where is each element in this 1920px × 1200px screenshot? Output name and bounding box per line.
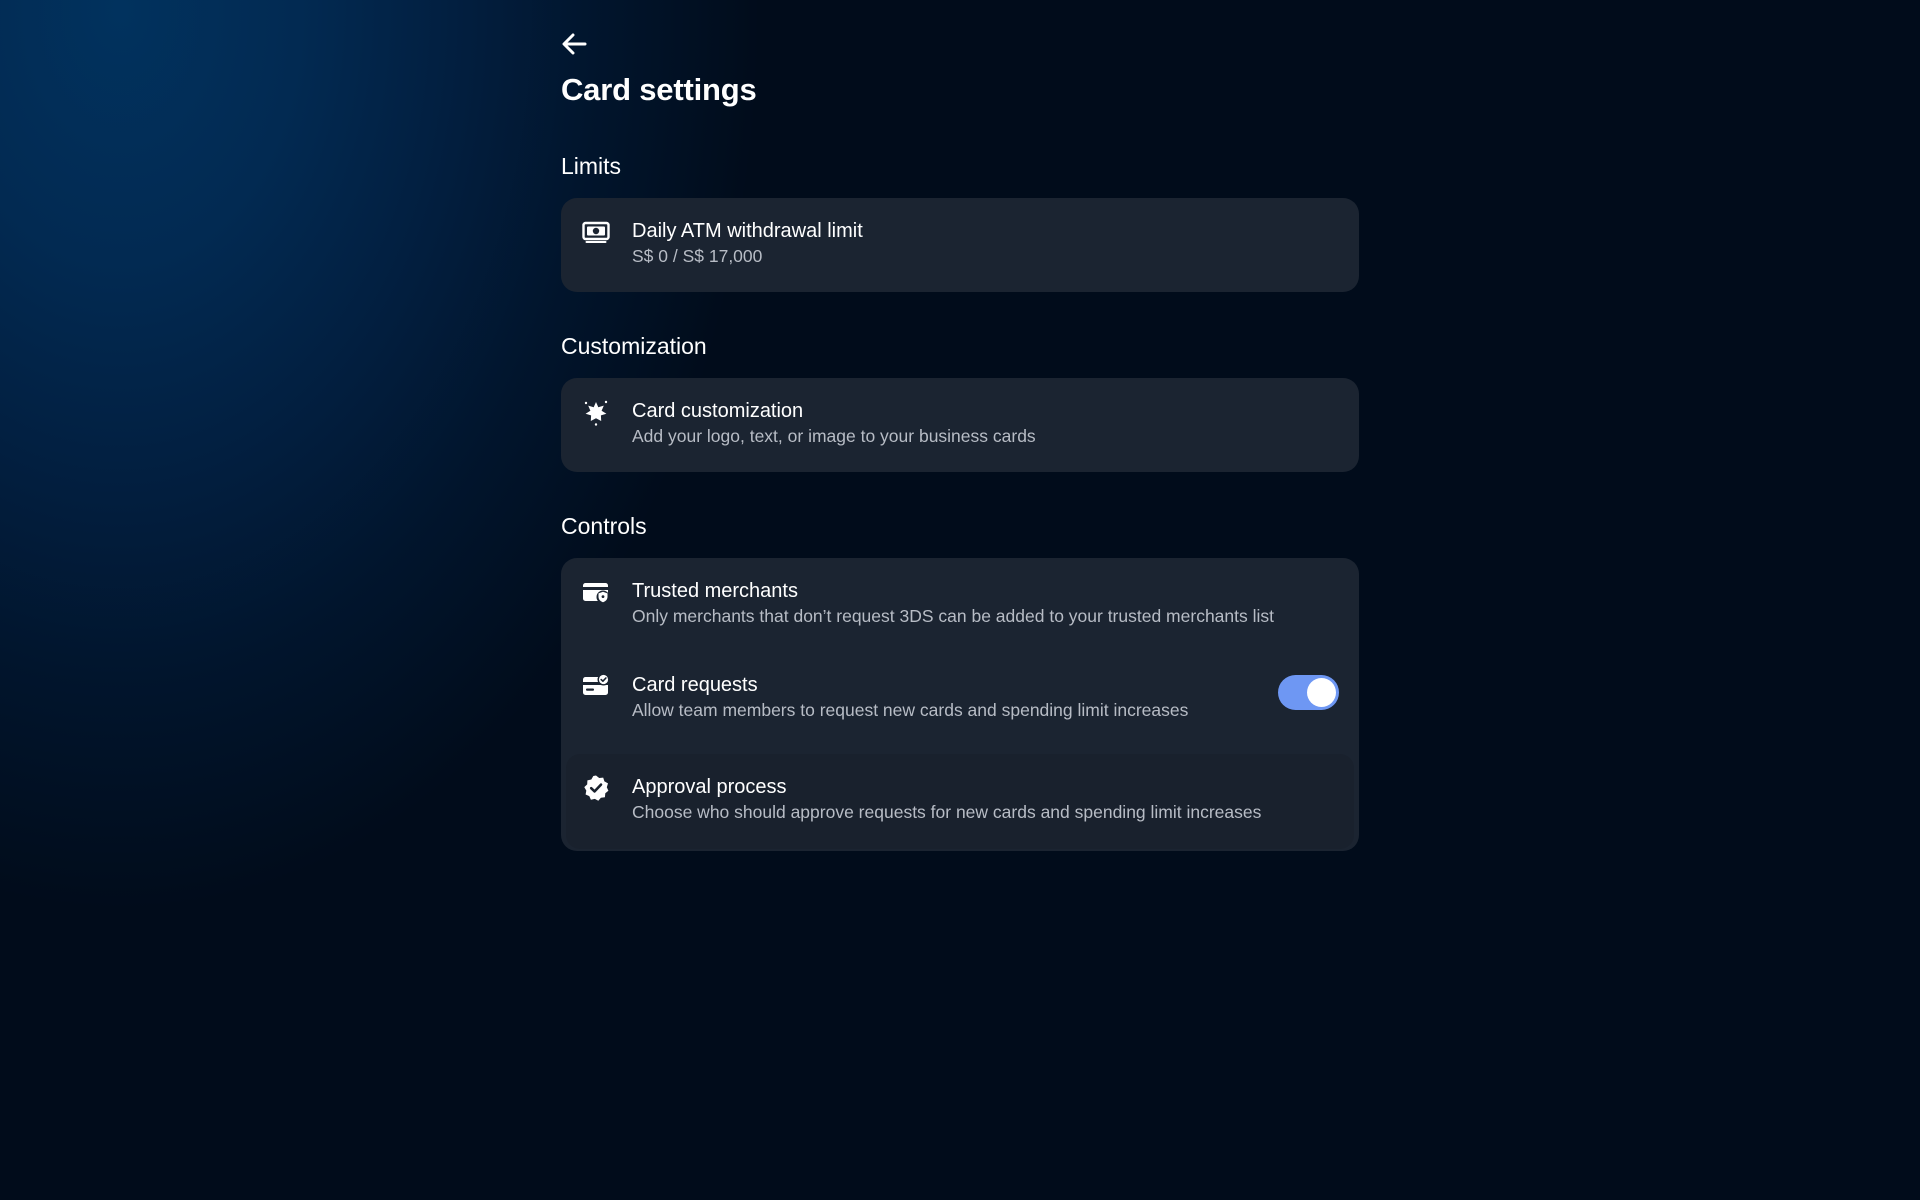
card-customization-row[interactable]: Card customization Add your logo, text, … (561, 378, 1359, 472)
row-description: Only merchants that don’t request 3DS ca… (632, 606, 1275, 626)
controls-card: Trusted merchants Only merchants that do… (561, 558, 1359, 851)
row-label: Approval process (632, 776, 787, 798)
banknote-icon (582, 218, 610, 246)
customization-card: Card customization Add your logo, text, … (561, 378, 1359, 472)
row-label: Daily ATM withdrawal limit (632, 220, 863, 242)
approval-process-row[interactable]: Approval process Choose who should appro… (566, 754, 1354, 849)
toggle-knob (1307, 678, 1336, 707)
section-title-limits: Limits (561, 153, 622, 179)
arrow-left-icon (562, 33, 587, 55)
limits-card: Daily ATM withdrawal limit S$ 0 / S$ 17,… (561, 198, 1359, 292)
verified-badge-icon (582, 774, 610, 802)
daily-atm-limit-row[interactable]: Daily ATM withdrawal limit S$ 0 / S$ 17,… (561, 198, 1359, 292)
row-label: Card requests (632, 674, 758, 696)
card-requests-row: Card requests Allow team members to requ… (561, 652, 1359, 748)
section-title-controls: Controls (561, 513, 647, 539)
row-description: S$ 0 / S$ 17,000 (632, 246, 763, 266)
row-label: Trusted merchants (632, 580, 798, 602)
card-check-icon (582, 672, 610, 700)
row-description: Choose who should approve requests for n… (632, 802, 1262, 822)
row-description: Allow team members to request new cards … (632, 700, 1189, 720)
back-button[interactable] (561, 30, 589, 58)
trusted-merchants-row[interactable]: Trusted merchants Only merchants that do… (561, 558, 1359, 652)
sparkle-icon (582, 398, 610, 426)
card-shield-icon (582, 578, 610, 606)
row-description: Add your logo, text, or image to your bu… (632, 426, 1036, 446)
row-label: Card customization (632, 400, 804, 422)
card-requests-toggle[interactable] (1278, 675, 1339, 710)
page-title: Card settings (561, 72, 757, 107)
section-title-customization: Customization (561, 333, 707, 359)
